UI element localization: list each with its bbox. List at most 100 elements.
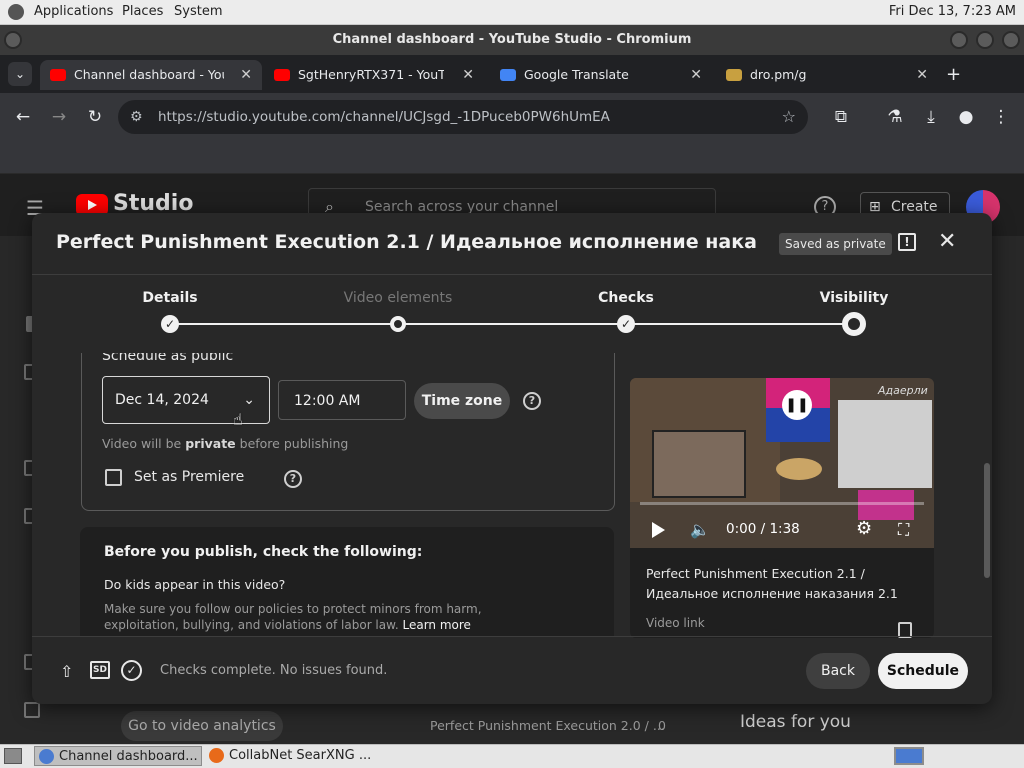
step-details-check-icon[interactable]: ✓ [161, 315, 179, 333]
tab-search-icon[interactable]: ⌄ [8, 62, 32, 86]
profile-icon[interactable]: ● [955, 107, 977, 127]
site-settings-icon[interactable]: ⚙ [130, 100, 143, 134]
kids-question: Do kids appear in this video? [104, 577, 286, 592]
download-icon[interactable]: ⤓ [920, 107, 942, 127]
learn-more-link[interactable]: Learn more [402, 618, 470, 632]
minimize-icon[interactable] [950, 31, 968, 49]
taskbar-item-firefox[interactable]: CollabNet SearXNG ... [205, 746, 375, 766]
tab-sgthenry[interactable]: SgtHenryRTX371 - YouTube ✕ [264, 60, 484, 90]
video-pause-overlay-icon: ❚❚ [782, 390, 812, 420]
go-to-video-analytics-button[interactable]: Go to video analytics [121, 711, 283, 741]
video-progress-track[interactable] [640, 502, 924, 505]
video-manga-panel [838, 400, 932, 488]
step-visibility[interactable]: Visibility [784, 290, 924, 306]
step-checks[interactable]: Checks [556, 290, 696, 306]
system-panel: Applications Places System Fri Dec 13, 7… [0, 0, 1024, 25]
menu-applications[interactable]: Applications [34, 4, 113, 19]
date-value: Dec 14, 2024 [115, 392, 209, 408]
taskbar-item-label: Channel dashboard... [59, 749, 198, 764]
menu-system[interactable]: System [174, 4, 222, 19]
maximize-icon[interactable] [976, 31, 994, 49]
play-icon[interactable] [652, 522, 665, 538]
youtube-icon [50, 69, 66, 81]
youtube-icon [274, 69, 290, 81]
set-as-premiere-label[interactable]: Set as Premiere [134, 469, 244, 485]
checks-complete-icon[interactable]: ✓ [121, 660, 142, 681]
private-before-publishing-note: Video will be private before publishing [102, 436, 349, 451]
workspace-switcher-icon[interactable] [894, 747, 924, 765]
tab-channel-dashboard[interactable]: Channel dashboard - YouTube Studio ✕ [40, 60, 262, 90]
window-menu-icon[interactable] [4, 31, 22, 49]
tab-title: Google Translate [524, 67, 629, 82]
schedule-button[interactable]: Schedule [878, 653, 968, 689]
close-icon[interactable]: ✕ [938, 229, 956, 254]
tab-close-icon[interactable]: ✕ [690, 60, 702, 90]
new-tab-icon[interactable]: + [946, 64, 961, 85]
tab-title: SgtHenryRTX371 - YouTube [298, 67, 444, 82]
close-window-icon[interactable] [1002, 31, 1020, 49]
schedule-time-input[interactable]: 12:00 AM [278, 380, 406, 420]
video-watermark: Адаерли [878, 384, 928, 397]
taskbar-item-label: CollabNet SearXNG ... [229, 748, 372, 763]
visibility-scroll-pane: Schedule as public Dec 14, 2024 ⌄ 12:00 … [56, 353, 636, 636]
scrollbar-thumb[interactable] [984, 463, 990, 578]
kids-policy-text: Make sure you follow our policies to pro… [104, 602, 482, 632]
tab-google-translate[interactable]: Google Translate ✕ [490, 60, 712, 90]
step-visibility-current-dot[interactable] [842, 312, 866, 336]
checklist-heading: Before you publish, check the following: [104, 544, 423, 560]
back-arrow-icon[interactable]: ← [12, 107, 34, 127]
video-link-label: Video link [646, 616, 705, 630]
sd-quality-icon[interactable]: SD [90, 661, 110, 679]
menu-places[interactable]: Places [122, 4, 163, 19]
folder-icon [726, 69, 742, 81]
video-stool [776, 458, 822, 480]
address-bar[interactable]: ⚙ https://studio.youtube.com/channel/UCJ… [118, 100, 808, 134]
tab-close-icon[interactable]: ✕ [240, 60, 252, 90]
show-desktop-icon[interactable] [4, 748, 22, 764]
tab-close-icon[interactable]: ✕ [462, 60, 474, 90]
saved-status-badge: Saved as private [779, 233, 892, 255]
preview-video-title: Perfect Punishment Execution 2.1 / Идеал… [646, 566, 898, 601]
premiere-help-icon[interactable]: ? [284, 470, 302, 488]
tab-title: Channel dashboard - YouTube Studio [74, 67, 224, 82]
time-zone-button[interactable]: Time zone [414, 383, 510, 419]
step-video-elements[interactable]: Video elements [328, 290, 468, 306]
step-details[interactable]: Details [100, 290, 240, 306]
chevron-down-icon: ⌄ [243, 392, 255, 408]
step-video-elements-dot[interactable] [390, 316, 406, 332]
volume-icon[interactable]: 🔈 [690, 520, 710, 539]
set-as-premiere-checkbox[interactable] [105, 469, 122, 486]
taskbar-item-chromium[interactable]: Channel dashboard... [34, 746, 202, 766]
dialog-header-divider [32, 274, 992, 275]
forward-arrow-icon[interactable]: → [48, 107, 70, 127]
ideas-for-you-heading: Ideas for you [740, 712, 851, 732]
video-pink-block [858, 490, 914, 520]
upload-dialog: Perfect Punishment Execution 2.1 / Идеал… [32, 213, 992, 704]
clock[interactable]: Fri Dec 13, 7:23 AM [889, 4, 1016, 19]
video-player[interactable]: Адаерли ❚❚ 🔈 0:00 / 1:38 ⚙ ⛶ [630, 378, 934, 548]
schedule-date-dropdown[interactable]: Dec 14, 2024 ⌄ [102, 376, 270, 424]
bookmark-star-icon[interactable]: ☆ [782, 100, 796, 134]
sidebar-feedback-icon[interactable] [24, 702, 40, 718]
latest-video-count: 0 [658, 718, 666, 733]
time-zone-help-icon[interactable]: ? [523, 392, 541, 410]
gear-icon[interactable]: ⚙ [856, 518, 872, 539]
step-checks-check-icon[interactable]: ✓ [617, 315, 635, 333]
back-button[interactable]: Back [806, 653, 870, 689]
fullscreen-icon[interactable]: ⛶ [898, 520, 909, 540]
report-issue-icon[interactable]: ! [898, 233, 916, 251]
dialog-footer-divider [32, 636, 992, 637]
upload-icon[interactable]: ⇧ [60, 662, 73, 681]
gnome-foot-icon[interactable] [8, 4, 24, 20]
firefox-icon [209, 748, 224, 763]
hand-cursor-icon: ☝ [233, 410, 243, 429]
extensions-icon[interactable]: ⧉ [830, 107, 852, 127]
video-preview-card: Адаерли ❚❚ 🔈 0:00 / 1:38 ⚙ ⛶ Perfect Pun… [630, 378, 934, 638]
latest-video-title[interactable]: Perfect Punishment Execution 2.0 / ... [430, 718, 665, 733]
dialog-scrollbar[interactable] [984, 353, 990, 636]
tab-close-icon[interactable]: ✕ [916, 60, 928, 90]
reload-icon[interactable]: ↻ [84, 107, 106, 127]
tab-dro-pm[interactable]: dro.pm/g ✕ [716, 60, 938, 90]
kebab-menu-icon[interactable]: ⋮ [990, 107, 1012, 127]
labs-flask-icon[interactable]: ⚗ [884, 107, 906, 127]
